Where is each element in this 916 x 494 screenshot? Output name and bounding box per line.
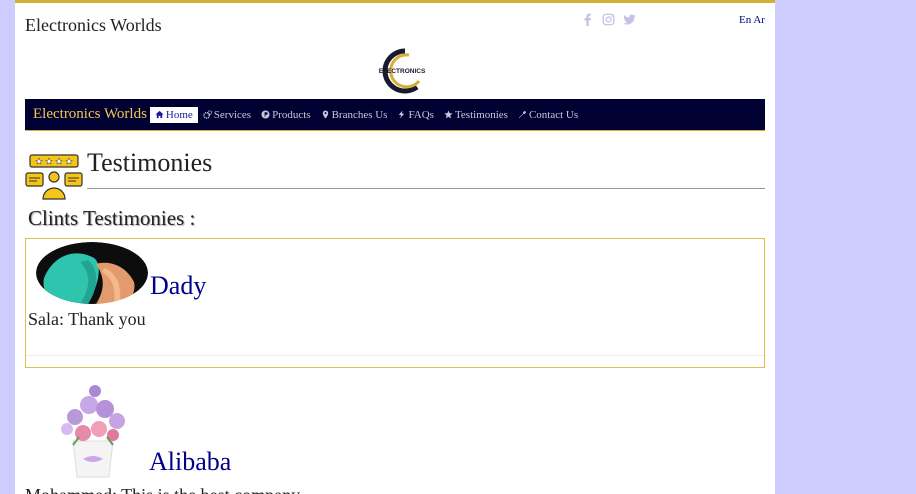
main-navbar: Electronics Worlds Home Services Product… (25, 99, 765, 131)
home-icon (155, 110, 164, 119)
instagram-icon[interactable] (602, 13, 615, 26)
nav-item-label: Contact Us (528, 108, 579, 121)
title-divider (87, 188, 765, 189)
product-hunt-icon (261, 110, 270, 119)
nav-item-faqs[interactable]: FAQs (392, 107, 438, 123)
nav-item-home[interactable]: Home (149, 106, 198, 123)
avatar (36, 242, 148, 304)
navbar-brand[interactable]: Electronics Worlds (33, 106, 147, 123)
logo-text: ELECTRONICS (379, 68, 426, 75)
nav-item-contact[interactable]: Contact Us (513, 107, 583, 123)
twitter-icon[interactable] (623, 13, 636, 26)
wrench-icon (518, 111, 526, 119)
social-links (581, 13, 636, 26)
facebook-icon[interactable] (581, 13, 594, 26)
site-title: Electronics Worlds (25, 15, 162, 35)
gears-icon (202, 110, 212, 119)
map-marker-icon (322, 110, 328, 119)
nav-item-label: Home (165, 108, 193, 121)
section-heading: Clints Testimonies : (28, 206, 196, 230)
page-title: Testimonies (87, 148, 213, 177)
nav-item-label: Products (272, 108, 311, 121)
nav-item-label: Services (213, 108, 252, 121)
testimonial-quote: Mohammed: This is the best company (25, 485, 300, 494)
testimonial-name: Dady (150, 271, 207, 300)
testimonial-name: Alibaba (149, 447, 232, 476)
site-logo[interactable]: ELECTRONICS (375, 47, 427, 95)
nav-item-products[interactable]: Products (256, 107, 316, 123)
nav-item-label: Branches Us (331, 108, 388, 121)
bolt-icon (399, 110, 405, 119)
nav-item-label: Testimonies (454, 108, 508, 121)
testimonies-icon (25, 154, 83, 200)
page-container: Electronics Worlds En Ar ELECTRONICS Ele… (15, 0, 775, 494)
testimonial-quote: Sala: Thank you (28, 309, 146, 329)
avatar (43, 379, 143, 479)
star-icon (444, 110, 453, 119)
nav-item-branches[interactable]: Branches Us (316, 107, 393, 123)
nav-item-label: FAQs (408, 108, 434, 121)
nav-item-services[interactable]: Services (198, 107, 256, 123)
language-switch[interactable]: En Ar (739, 14, 765, 26)
card-divider (26, 355, 764, 356)
testimonial-card: Dady Sala: Thank you (25, 238, 765, 368)
nav-item-testimonies[interactable]: Testimonies (439, 107, 513, 123)
